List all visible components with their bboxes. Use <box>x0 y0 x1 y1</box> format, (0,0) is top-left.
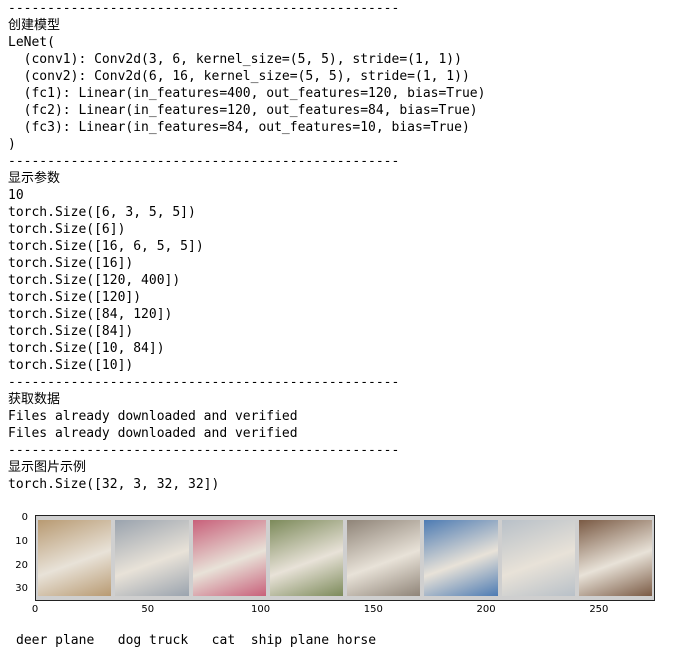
output-line: (fc1): Linear(in_features=400, out_featu… <box>8 86 486 101</box>
output-line: LeNet( <box>8 35 55 50</box>
image-tile-truck <box>269 520 343 596</box>
output-line: (fc3): Linear(in_features=84, out_featur… <box>8 120 470 135</box>
separator-line: ----------------------------------------… <box>8 375 400 390</box>
y-tick-label: 30 <box>15 583 28 595</box>
image-grid-figure: 0 10 20 30 0 50 100 150 200 250 <box>0 505 700 625</box>
image-tile-plane <box>115 520 189 596</box>
output-line: Files already downloaded and verified <box>8 409 298 424</box>
output-line: torch.Size([84, 120]) <box>8 307 173 322</box>
output-line: torch.Size([120]) <box>8 290 142 305</box>
image-tile-deer <box>38 520 112 596</box>
output-line: torch.Size([10]) <box>8 358 134 373</box>
output-line: torch.Size([16, 6, 5, 5]) <box>8 239 204 254</box>
output-line: (fc2): Linear(in_features=120, out_featu… <box>8 103 478 118</box>
image-tile-cat <box>347 520 421 596</box>
y-tick-label: 20 <box>15 559 28 571</box>
output-line: torch.Size([120, 400]) <box>8 273 181 288</box>
image-tile-horse <box>578 520 652 596</box>
separator-line: ----------------------------------------… <box>8 443 400 458</box>
image-tile-ship <box>424 520 498 596</box>
output-line: torch.Size([84]) <box>8 324 134 339</box>
output-line: torch.Size([10, 84]) <box>8 341 165 356</box>
y-tick-label: 0 <box>21 512 28 523</box>
console-output: ----------------------------------------… <box>8 0 485 493</box>
output-line: 创建模型 <box>8 18 61 33</box>
output-line: torch.Size([32, 3, 32, 32]) <box>8 477 220 492</box>
output-line: (conv1): Conv2d(3, 6, kernel_size=(5, 5)… <box>8 52 462 67</box>
output-line: 获取数据 <box>8 392 61 407</box>
output-line: 显示参数 <box>8 171 61 186</box>
output-line: torch.Size([6]) <box>8 222 126 237</box>
x-tick-label: 0 <box>31 604 39 615</box>
image-tile-plane <box>501 520 575 596</box>
x-tick-label: 150 <box>363 604 383 615</box>
separator-line: ----------------------------------------… <box>8 1 400 16</box>
output-line: torch.Size([6, 3, 5, 5]) <box>8 205 196 220</box>
y-tick-label: 10 <box>15 535 28 547</box>
output-line: 10 <box>8 188 24 203</box>
output-line: (conv2): Conv2d(6, 16, kernel_size=(5, 5… <box>8 69 470 84</box>
x-tick-label: 200 <box>476 604 496 615</box>
image-axes <box>35 515 655 601</box>
separator-line: ----------------------------------------… <box>8 154 400 169</box>
class-labels: deer plane dog truck cat ship plane hors… <box>16 633 377 648</box>
output-line: ) <box>8 137 16 152</box>
output-line: 显示图片示例 <box>8 460 87 475</box>
x-tick-label: 100 <box>251 604 271 615</box>
image-tile-dog <box>192 520 266 596</box>
x-tick-label: 50 <box>141 604 155 615</box>
x-tick-label: 250 <box>589 604 609 615</box>
output-line: Files already downloaded and verified <box>8 426 298 441</box>
output-line: torch.Size([16]) <box>8 256 134 271</box>
